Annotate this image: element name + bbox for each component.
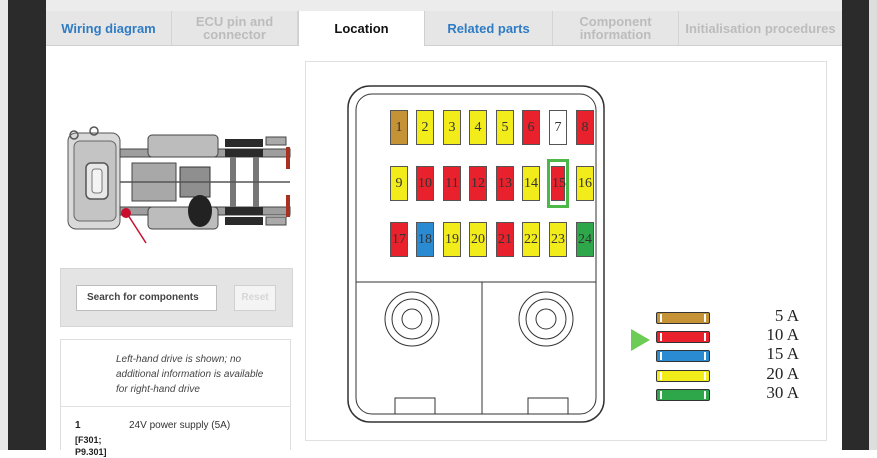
fuse-pin-icon	[660, 352, 662, 360]
fuse-pin-icon	[660, 314, 662, 322]
legend-rating-label: 20 A	[766, 364, 799, 383]
fuse-location-panel: 1 2 3 4 5 6 7 8 9 10 11 12 13 14 15 16 17 18 19 20 21 22 23 24 …	[305, 61, 827, 441]
component-info-panel: Left-hand drive is shown; no additional …	[60, 339, 291, 457]
fuse-4[interactable]: 4	[469, 110, 487, 145]
legend-row: 30 A	[656, 384, 831, 402]
tab-label: Location	[334, 21, 389, 36]
legend-indicator-arrow	[631, 329, 650, 351]
legend-rating-label: 10 A	[766, 325, 799, 344]
tab-component-information: Component information	[553, 11, 679, 45]
tab-ecu-pin-connector: ECU pin and connector	[172, 11, 298, 45]
fuse-14[interactable]: 14	[522, 166, 540, 201]
tab-label: Initialisation procedures	[685, 20, 836, 36]
component-description[interactable]: 24V power supply (5A)	[129, 420, 230, 431]
search-panel: Search for components Reset	[60, 268, 293, 327]
left-frame	[0, 0, 46, 450]
fuse-15[interactable]: 15	[551, 166, 566, 201]
fuse-16[interactable]: 16	[576, 166, 594, 201]
fuse-swatch-icon	[656, 312, 710, 324]
tab-label: ECU pin and connector	[195, 14, 274, 42]
tab-initialisation-procedures: Initialisation procedures	[679, 11, 842, 45]
legend-row: 15 A	[656, 345, 831, 363]
legend-row: 10 A	[656, 326, 831, 344]
legend-rating-label: 5 A	[774, 306, 799, 325]
legend-rating-label: 15 A	[766, 344, 799, 363]
fuse-1[interactable]: 1	[390, 110, 408, 145]
legend-row: 5 A	[656, 307, 831, 325]
tab-location[interactable]: Location	[298, 11, 425, 46]
fuse-swatch-icon	[656, 350, 710, 362]
fuse-9[interactable]: 9	[390, 166, 408, 201]
fuse-pin-icon	[660, 333, 662, 341]
legend-rating-label: 30 A	[766, 383, 799, 402]
fuse-13[interactable]: 13	[496, 166, 514, 201]
fuse-7[interactable]: 7	[549, 110, 567, 145]
fuse-swatch-icon	[656, 331, 710, 343]
fuse-pin-icon	[704, 372, 706, 380]
fuse-17[interactable]: 17	[390, 222, 408, 257]
divider	[61, 406, 290, 407]
fuse-22[interactable]: 22	[522, 222, 540, 257]
fuse-swatch-icon	[656, 370, 710, 382]
fuse-pin-icon	[660, 391, 662, 399]
tab-label: Wiring diagram	[61, 20, 156, 36]
fuse-11[interactable]: 11	[443, 166, 461, 201]
tab-bar: Wiring diagram ECU pin and connector Loc…	[46, 11, 842, 46]
tab-label: Component information	[579, 14, 652, 42]
search-input[interactable]: Search for components	[76, 285, 217, 311]
fuse-pin-icon	[704, 333, 706, 341]
right-frame	[842, 0, 877, 450]
drive-side-note: Left-hand drive is shown; no additional …	[116, 354, 264, 395]
top-strip	[46, 0, 842, 11]
fuse-5[interactable]: 5	[496, 110, 514, 145]
main-content: Wiring diagram ECU pin and connector Loc…	[46, 11, 842, 457]
fuse-pin-icon	[704, 352, 706, 360]
fuse-pin-icon	[704, 314, 706, 322]
component-number: 1	[75, 420, 81, 431]
tab-related-parts[interactable]: Related parts	[425, 11, 553, 45]
fuse-swatch-icon	[656, 389, 710, 401]
fuse-18[interactable]: 18	[416, 222, 434, 257]
truck-location-diagram	[67, 126, 291, 244]
fuse-23[interactable]: 23	[549, 222, 567, 257]
fuse-12[interactable]: 12	[469, 166, 487, 201]
tab-label: Related parts	[447, 20, 530, 36]
fuse-20[interactable]: 20	[469, 222, 487, 257]
fuse-19[interactable]: 19	[443, 222, 461, 257]
legend-row: 20 A	[656, 365, 831, 383]
reset-button[interactable]: Reset	[234, 285, 276, 311]
reset-label: Reset	[241, 292, 269, 303]
fuse-2[interactable]: 2	[416, 110, 434, 145]
truck-chassis-illustration	[67, 126, 291, 230]
fuse-24[interactable]: 24	[576, 222, 594, 257]
tab-wiring-diagram[interactable]: Wiring diagram	[46, 11, 172, 45]
fuse-3[interactable]: 3	[443, 110, 461, 145]
fuse-10[interactable]: 10	[416, 166, 434, 201]
fuse-21[interactable]: 21	[496, 222, 514, 257]
fuse-8[interactable]: 8	[576, 110, 594, 145]
fuse-6[interactable]: 6	[522, 110, 540, 145]
component-code: [F301; P9.301]	[75, 435, 107, 457]
fuse-pin-icon	[660, 372, 662, 380]
fuse-pin-icon	[704, 391, 706, 399]
search-placeholder: Search for components	[87, 292, 199, 303]
